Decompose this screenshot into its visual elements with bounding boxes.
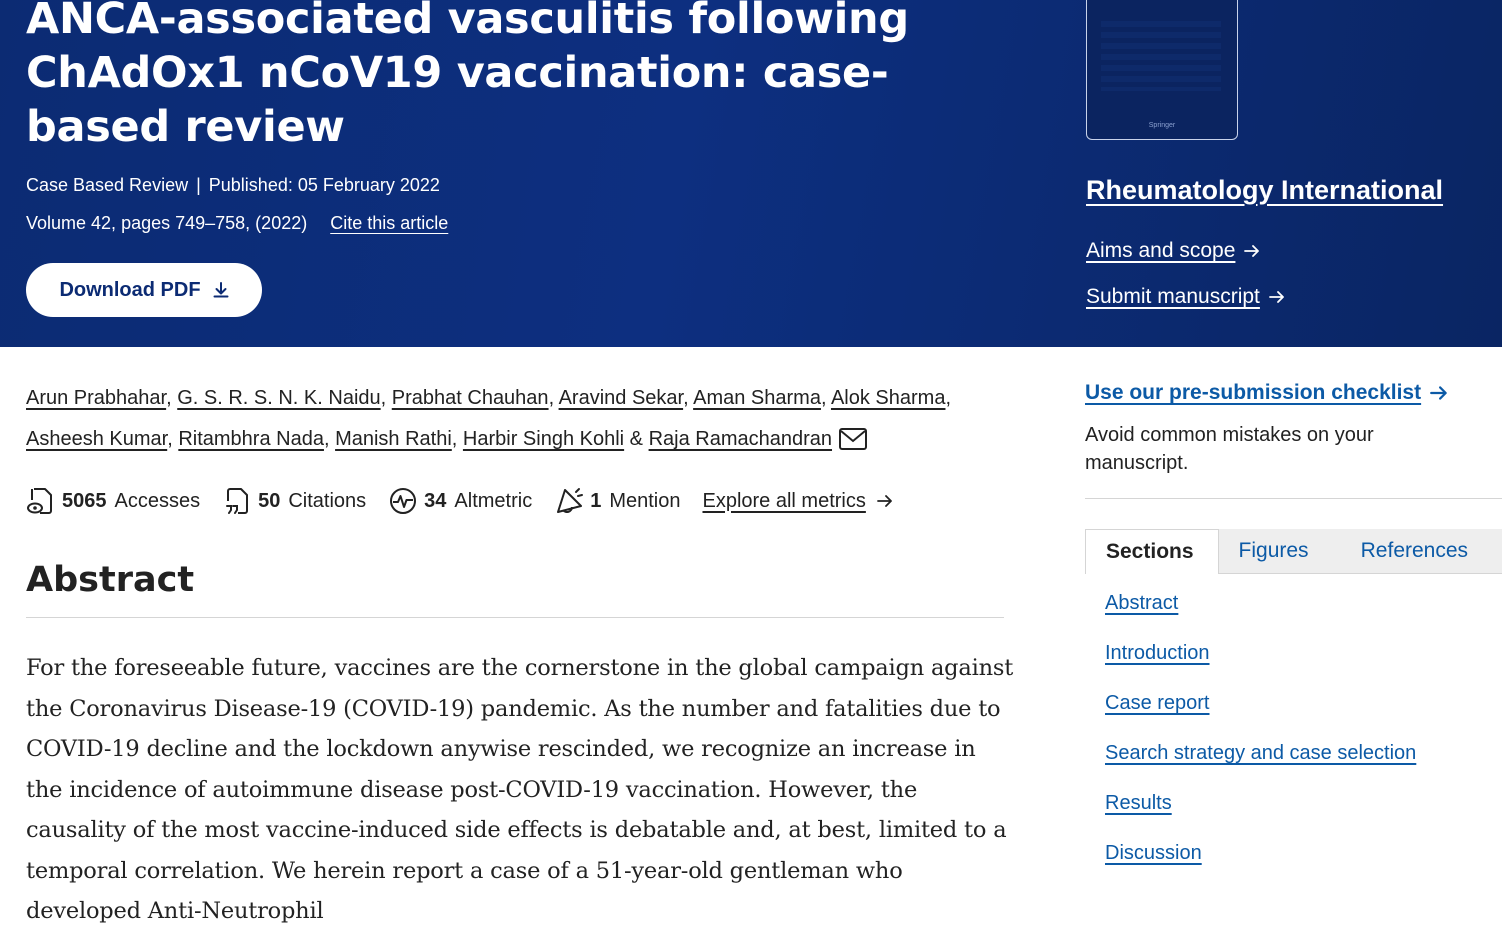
author-link[interactable]: Arun Prabhahar bbox=[26, 387, 166, 409]
arrow-right-icon bbox=[1269, 291, 1284, 303]
tab-references[interactable]: References bbox=[1340, 529, 1502, 574]
checklist-description: Avoid common mistakes on your manuscript… bbox=[1085, 424, 1374, 474]
citations-icon bbox=[226, 488, 249, 514]
author-separator: , bbox=[380, 387, 392, 409]
arrow-right-icon bbox=[1244, 245, 1260, 257]
section-link-results[interactable]: Results bbox=[1105, 792, 1416, 842]
altmetric-score: 34 bbox=[424, 489, 447, 512]
section-link-case-report[interactable]: Case report bbox=[1105, 692, 1416, 742]
author-link[interactable]: G. S. R. S. N. K. Naidu bbox=[177, 387, 380, 409]
explore-metrics-label: Explore all metrics bbox=[702, 489, 866, 512]
aims-and-scope-link[interactable]: Aims and scope bbox=[1086, 239, 1261, 263]
author-separator: , bbox=[323, 428, 336, 450]
citations-count: 50 bbox=[258, 489, 281, 512]
pre-submission-checklist-link[interactable]: Use our pre-submission checklist bbox=[1085, 381, 1449, 405]
section-link-introduction[interactable]: Introduction bbox=[1105, 642, 1416, 692]
author-separator: , bbox=[548, 387, 559, 409]
author-link[interactable]: Raja Ramachandran bbox=[649, 428, 832, 450]
article-meta: Case Based Review | Published: 05 February… bbox=[26, 173, 440, 197]
article-header: ANCA-associated vasculitis following ChA… bbox=[0, 0, 1502, 347]
tab-sections[interactable]: Sections bbox=[1085, 529, 1219, 574]
cite-article-link[interactable]: Cite this article bbox=[330, 213, 448, 233]
accesses-label: Accesses bbox=[114, 489, 201, 512]
aims-and-scope-label: Aims and scope bbox=[1086, 239, 1236, 262]
arrow-right-icon bbox=[876, 495, 892, 507]
author-link[interactable]: Manish Rathi bbox=[335, 428, 452, 450]
submit-manuscript-link[interactable]: Submit manuscript bbox=[1086, 285, 1286, 309]
altmetric-label: Altmetric bbox=[454, 489, 533, 512]
email-icon[interactable] bbox=[838, 427, 868, 451]
author-separator: , bbox=[945, 387, 952, 409]
section-link-discussion[interactable]: Discussion bbox=[1105, 842, 1416, 892]
abstract-heading: Abstract bbox=[26, 560, 195, 600]
altmetric-metric: 34 Altmetric bbox=[388, 486, 532, 516]
accesses-metric: 5065 Accesses bbox=[26, 486, 200, 516]
journal-cover-image[interactable]: Springer bbox=[1086, 0, 1238, 140]
submit-manuscript-label: Submit manuscript bbox=[1086, 285, 1260, 308]
altmetric-icon bbox=[390, 488, 417, 514]
sidebar-divider bbox=[1085, 498, 1502, 499]
article-title: ANCA-associated vasculitis following ChA… bbox=[26, 0, 909, 152]
author-link[interactable]: Aravind Sekar bbox=[559, 387, 684, 409]
mentions-count: 1 bbox=[590, 489, 602, 512]
journal-name-link[interactable]: Rheumatology International bbox=[1086, 175, 1443, 206]
author-separator: , bbox=[167, 428, 179, 450]
meta-separator: | bbox=[196, 175, 201, 195]
section-link-abstract[interactable]: Abstract bbox=[1105, 592, 1416, 642]
download-icon bbox=[213, 282, 229, 298]
accesses-count: 5065 bbox=[62, 489, 107, 512]
citations-label: Citations bbox=[288, 489, 367, 512]
mentions-metric: 1 Mention bbox=[554, 486, 680, 516]
article-metrics: 5065 Accesses 50 Citations 34 Altmetric … bbox=[26, 486, 894, 516]
abstract-text: For the foreseeable future, vaccines are… bbox=[26, 655, 1014, 924]
author-link[interactable]: Asheesh Kumar bbox=[26, 428, 167, 450]
explore-metrics-link[interactable]: Explore all metrics bbox=[702, 490, 893, 513]
author-separator: , bbox=[451, 428, 463, 450]
section-link-search-strategy[interactable]: Search strategy and case selection bbox=[1105, 742, 1416, 792]
cover-publisher-logo: Springer bbox=[1148, 122, 1176, 129]
citations-metric: 50 Citations bbox=[222, 486, 366, 516]
author-link[interactable]: Aman Sharma bbox=[693, 387, 821, 409]
download-pdf-label: Download PDF bbox=[59, 278, 201, 301]
volume-info: Volume 42, pages 749–758, (2022) bbox=[26, 213, 308, 233]
megaphone-icon bbox=[557, 488, 584, 513]
author-separator: , bbox=[820, 387, 831, 409]
cover-text-lines bbox=[1101, 21, 1221, 91]
tab-figures[interactable]: Figures bbox=[1218, 529, 1341, 574]
arrow-right-icon bbox=[1430, 386, 1447, 400]
author-separator: , bbox=[166, 387, 178, 409]
mentions-label: Mention bbox=[609, 489, 681, 512]
author-link[interactable]: Harbir Singh Kohli bbox=[463, 428, 624, 450]
download-pdf-button[interactable]: Download PDF bbox=[26, 263, 262, 317]
article-type: Case Based Review bbox=[26, 175, 189, 195]
author-link[interactable]: Ritambhra Nada bbox=[178, 428, 324, 450]
author-list: Arun Prabhahar, G. S. R. S. N. K. Naidu,… bbox=[26, 378, 1006, 460]
author-separator: , bbox=[683, 387, 694, 409]
author-separator: & bbox=[624, 428, 649, 450]
published-date: Published: 05 February 2022 bbox=[208, 175, 440, 195]
article-citation-line: Volume 42, pages 749–758, (2022) Cite th… bbox=[26, 211, 448, 235]
sidebar-tabs: Sections Figures References bbox=[1085, 529, 1502, 574]
author-link[interactable]: Alok Sharma bbox=[831, 387, 946, 409]
author-link[interactable]: Prabhat Chauhan bbox=[392, 387, 549, 409]
checklist-label: Use our pre-submission checklist bbox=[1085, 381, 1422, 404]
abstract-divider bbox=[26, 617, 1004, 618]
accesses-icon bbox=[27, 488, 52, 514]
sections-list: Abstract Introduction Case report Search… bbox=[1105, 592, 1416, 892]
